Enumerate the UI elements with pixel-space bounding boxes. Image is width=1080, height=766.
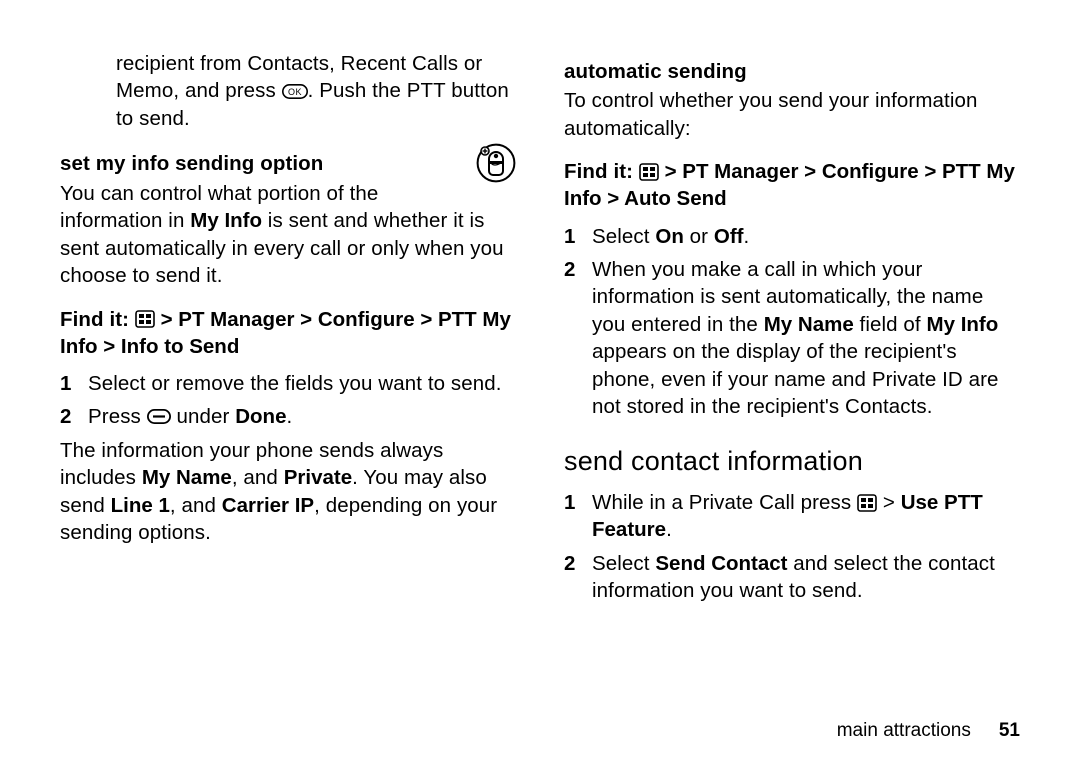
text: appears on the display of the recipient'… — [592, 340, 999, 418]
ordered-list: 1 Select or remove the fields you want t… — [60, 370, 516, 431]
list-item: 2 Press under Done. — [60, 403, 516, 430]
menu-key-icon — [857, 494, 877, 512]
ui-label-private: Private — [284, 466, 352, 489]
paragraph: The information your phone sends always … — [60, 437, 516, 547]
step-text: Select Send Contact and select the conta… — [592, 550, 1020, 605]
text: . — [743, 225, 749, 248]
paragraph: You can control what portion of the info… — [60, 180, 516, 290]
ui-label-on: On — [655, 225, 683, 248]
step-number: 2 — [564, 256, 592, 421]
manual-page: recipient from Contacts, Recent Calls or… — [0, 0, 1080, 766]
text: , and — [232, 466, 284, 489]
menu-key-icon — [135, 310, 155, 328]
ui-label-my-name: My Name — [764, 313, 854, 336]
right-column: automatic sending To control whether you… — [564, 50, 1020, 726]
step-text: While in a Private Call press > Use PTT … — [592, 489, 1020, 544]
section-title: main attractions — [837, 720, 971, 742]
text: under — [171, 405, 236, 428]
left-column: recipient from Contacts, Recent Calls or… — [60, 50, 516, 726]
list-item: 2 Select Send Contact and select the con… — [564, 550, 1020, 605]
list-item: 1 While in a Private Call press > Use PT… — [564, 489, 1020, 544]
text: > — [877, 491, 901, 514]
text: Press — [88, 405, 147, 428]
text: , and — [170, 494, 222, 517]
step-text: When you make a call in which your infor… — [592, 256, 1020, 421]
ui-label-my-name: My Name — [142, 466, 232, 489]
list-item: 1 Select or remove the fields you want t… — [60, 370, 516, 397]
ordered-list: 1 While in a Private Call press > Use PT… — [564, 489, 1020, 605]
feature-availability-icon — [476, 143, 516, 183]
text: While in a Private Call press — [592, 491, 857, 514]
text: . — [666, 518, 672, 541]
page-number: 51 — [999, 720, 1020, 742]
step-number: 2 — [564, 550, 592, 605]
ui-label-my-info: My Info — [190, 209, 262, 232]
softkey-icon — [147, 409, 171, 424]
text: . — [286, 405, 292, 428]
step-number: 1 — [564, 223, 592, 250]
ui-label-off: Off — [714, 225, 744, 248]
paragraph: To control whether you send your informa… — [564, 87, 1020, 142]
step-number: 2 — [60, 403, 88, 430]
heading-send-contact-info: send contact information — [564, 443, 1020, 479]
text: Select — [592, 225, 655, 248]
ordered-list: 1 Select On or Off. 2 When you make a ca… — [564, 223, 1020, 421]
ui-label-line1: Line 1 — [111, 494, 170, 517]
heading-automatic-sending: automatic sending — [564, 58, 1020, 85]
step-text: Press under Done. — [88, 403, 516, 430]
step-number: 1 — [60, 370, 88, 397]
text: Select — [592, 552, 655, 575]
menu-key-icon — [639, 163, 659, 181]
find-it-label: Find it: — [60, 308, 135, 331]
ui-label-send-contact: Send Contact — [655, 552, 787, 575]
ui-label-my-info: My Info — [927, 313, 999, 336]
find-it-label: Find it: — [564, 160, 639, 183]
text: field of — [854, 313, 927, 336]
find-it-path: Find it: > PT Manager > Configure > PTT … — [564, 158, 1020, 212]
step-number: 1 — [564, 489, 592, 544]
ui-label-done: Done — [235, 405, 286, 428]
svg-text:OK: OK — [288, 87, 302, 97]
list-item: 1 Select On or Off. — [564, 223, 1020, 250]
step-text: Select On or Off. — [592, 223, 1020, 250]
intro-paragraph: recipient from Contacts, Recent Calls or… — [60, 50, 516, 132]
find-it-path: Find it: > PT Manager > Configure > PTT … — [60, 306, 516, 360]
step-text: Select or remove the fields you want to … — [88, 370, 516, 397]
ok-key-icon: OK — [282, 84, 308, 99]
ui-label-carrier-ip: Carrier IP — [222, 494, 314, 517]
heading-set-my-info: set my info sending option — [60, 150, 516, 177]
text: or — [684, 225, 714, 248]
list-item: 2 When you make a call in which your inf… — [564, 256, 1020, 421]
page-footer: main attractions 51 — [837, 720, 1020, 742]
